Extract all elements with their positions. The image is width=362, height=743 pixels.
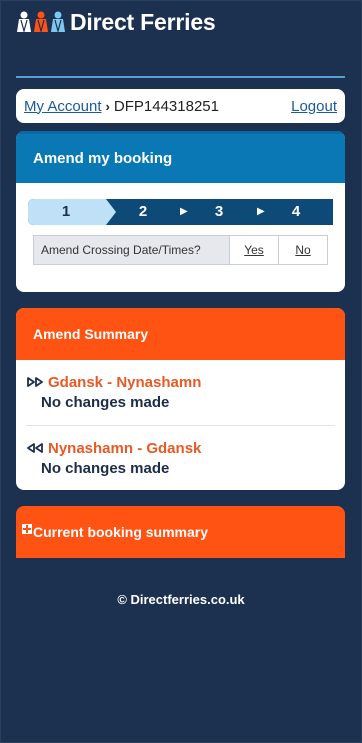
no-button[interactable]: No: [279, 236, 327, 264]
header-divider: [16, 76, 345, 78]
account-breadcrumb: My Account › DFP144318251 Logout: [16, 89, 345, 123]
step-2: 2: [138, 203, 148, 220]
brand-name: Direct Ferries: [70, 8, 216, 35]
current-booking-summary-toggle[interactable]: Current booking summary: [16, 506, 345, 558]
brand-logo[interactable]: Direct Ferries: [16, 8, 216, 36]
current-booking-summary-title: Current booking summary: [33, 524, 209, 540]
amend-date-question: Amend Crossing Date/Times? Yes No: [33, 235, 328, 265]
step-arrow-icon: ▶: [180, 206, 188, 217]
route-name: Gdansk - Nynashamn: [48, 373, 202, 391]
step-1: 1: [61, 203, 71, 220]
step-4: 4: [291, 203, 301, 220]
chevron-right-icon: ›: [105, 98, 110, 114]
amend-date-question-label: Amend Crossing Date/Times?: [34, 236, 230, 264]
step-3: 3: [214, 203, 224, 220]
double-chevron-left-icon: [27, 443, 43, 453]
step-progress: 1 2 ▶ 3 ▶ 4: [28, 199, 333, 225]
double-chevron-right-icon: [27, 377, 43, 387]
amend-summary-card: Amend Summary Gdansk - Nynashamn No chan…: [16, 308, 345, 490]
yes-button[interactable]: Yes: [230, 236, 279, 264]
logout-link[interactable]: Logout: [291, 98, 337, 115]
route-name: Nynashamn - Gdansk: [48, 439, 202, 457]
step-arrow-icon: ▶: [257, 206, 265, 217]
passengers-icon: [16, 11, 66, 33]
route-status: No changes made: [41, 460, 170, 477]
footer-copyright: © Directferries.co.uk: [117, 592, 245, 607]
route-status: No changes made: [41, 394, 170, 411]
amend-summary-title: Amend Summary: [16, 308, 345, 360]
amend-booking-title: Amend my booking: [16, 131, 345, 183]
plus-icon: [22, 524, 32, 534]
route-divider: [26, 425, 335, 426]
route-outbound: Gdansk - Nynashamn No changes made: [26, 372, 335, 411]
route-return: Nynashamn - Gdansk No changes made: [26, 438, 335, 477]
amend-booking-card: Amend my booking 1 2 ▶ 3 ▶ 4 Amend Cross…: [16, 131, 345, 292]
my-account-link[interactable]: My Account: [24, 98, 102, 115]
booking-reference: DFP144318251: [113, 97, 219, 115]
